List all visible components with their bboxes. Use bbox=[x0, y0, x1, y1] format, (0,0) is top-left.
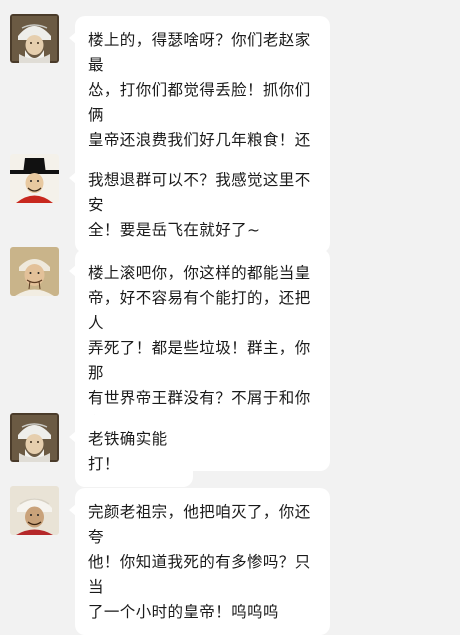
mongol-khan-fur-hat-avatar[interactable] bbox=[10, 247, 59, 296]
message-bubble[interactable]: 我想退群可以不？我感觉这里不安 全！要是岳飞在就好了~ bbox=[69, 156, 330, 253]
qing-emperor-white-hat-avatar[interactable] bbox=[10, 413, 59, 462]
qing-emperor-white-hat-avatar[interactable] bbox=[10, 14, 59, 63]
message-bubble[interactable]: 老铁确实能打！ bbox=[69, 415, 193, 487]
message-bubble[interactable]: 完颜老祖宗，他把咱灭了，你还夸 他！你知道我死的有多惨吗？只当 了一个小时的皇帝… bbox=[69, 488, 330, 635]
jin-emperor-fur-hat-avatar[interactable] bbox=[10, 486, 59, 535]
song-emperor-black-hat-avatar[interactable] bbox=[10, 154, 59, 203]
chat-message-list: 楼上的，得瑟啥呀？你们老赵家最 怂，打你们都觉得丢脸！抓你们俩 皇帝还浪费我们好… bbox=[0, 0, 460, 635]
